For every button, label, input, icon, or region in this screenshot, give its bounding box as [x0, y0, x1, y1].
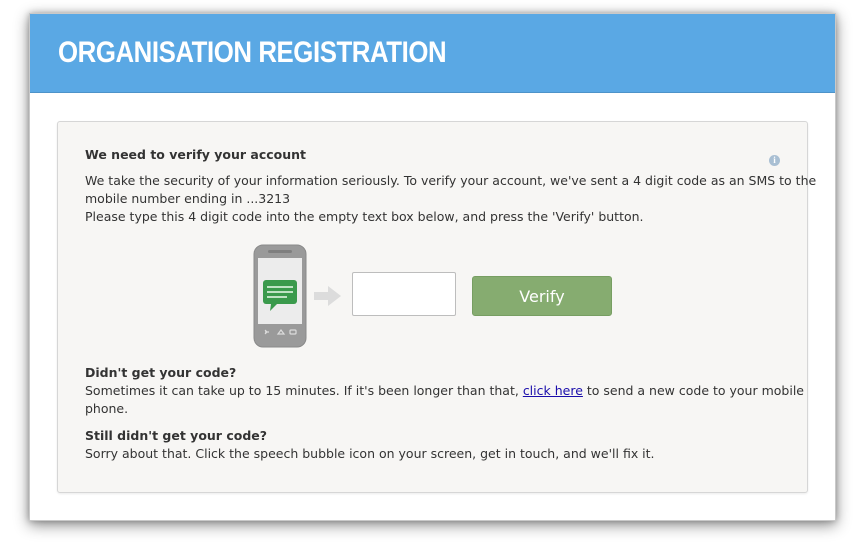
- no-code-heading: Didn't get your code?: [85, 365, 237, 380]
- no-code-text-before: Sometimes it can take up to 15 minutes. …: [85, 383, 523, 398]
- verify-heading: We need to verify your account: [85, 147, 307, 162]
- no-code-text-after: to send a new code to your mobile: [582, 383, 804, 398]
- registration-card: ORGANISATION REGISTRATION i We need to v…: [29, 13, 836, 521]
- arrow-right-icon: [314, 286, 341, 306]
- still-no-code-text: Sorry about that. Click the speech bubbl…: [85, 446, 655, 461]
- no-code-text-line2: phone.: [85, 401, 129, 416]
- verify-button[interactable]: Verify: [472, 276, 612, 316]
- page-header: ORGANISATION REGISTRATION: [30, 14, 835, 93]
- verification-code-input[interactable]: [352, 272, 456, 316]
- no-code-text: Sometimes it can take up to 15 minutes. …: [85, 382, 804, 400]
- resend-code-link[interactable]: click here: [523, 383, 583, 398]
- mobile-phone-icon: [253, 244, 307, 348]
- page-title: ORGANISATION REGISTRATION: [58, 36, 447, 69]
- verify-intro-line2: mobile number ending in ...3213: [85, 191, 291, 206]
- verify-instruction: Please type this 4 digit code into the e…: [85, 209, 644, 224]
- still-no-code-heading: Still didn't get your code?: [85, 428, 267, 443]
- verify-intro-line1: We take the security of your information…: [85, 173, 817, 188]
- info-icon[interactable]: i: [769, 155, 780, 166]
- verification-panel: i We need to verify your account We take…: [57, 121, 816, 493]
